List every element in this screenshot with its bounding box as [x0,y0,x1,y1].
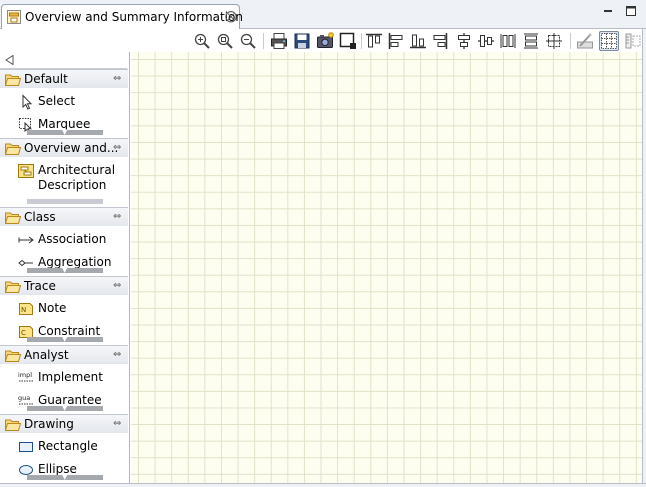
tool-label: Select [38,94,76,108]
drawer-title: Overview and... [24,141,119,155]
window-border [0,483,646,487]
tool-label: Aggregation [38,255,112,269]
align-center-icon[interactable] [455,32,473,50]
tool-label: Guarantee [38,393,102,407]
chevron-down-icon: ▼ [62,335,68,343]
implement-icon: impl [18,371,33,382]
svg-text:gua: gua [18,394,30,402]
zoom-in-icon[interactable] [193,32,211,50]
pin-drawer-icon[interactable]: ⇔ [113,349,121,360]
tool-label: Ellipse [38,462,77,476]
folder-icon [5,350,21,362]
chevron-down-icon: ▼ [62,128,68,136]
folder-icon [5,143,21,155]
note-icon: N [19,303,33,315]
snap-to-geometry-icon[interactable] [576,32,594,50]
match-height-icon[interactable] [522,32,540,50]
diagram-icon [7,10,21,24]
drawer-scroll-strip[interactable] [27,199,103,204]
toolbar-separator [570,33,571,49]
svg-text:C: C [21,329,26,337]
pin-drawer-icon[interactable]: ⇔ [113,211,121,222]
svg-text:impl: impl [18,371,32,379]
editor-tab-bar: Overview and Summary Information ⨂ [0,0,646,29]
tool-label: Rectangle [38,439,98,453]
window-border [642,29,646,487]
align-left-icon[interactable] [387,32,405,50]
editor-tab[interactable]: Overview and Summary Information ⨂ [1,4,243,29]
editor-toolbar [0,29,646,53]
tool-label: Association [38,232,107,246]
folder-icon [5,212,21,224]
align-right-icon[interactable] [431,32,449,50]
toolbar-separator [263,33,264,49]
export-image-icon[interactable] [316,32,334,50]
tool-label: Implement [38,370,103,384]
minimize-icon[interactable] [602,5,614,17]
maximize-icon[interactable] [625,5,637,17]
chevron-down-icon: ▼ [62,266,68,274]
architectural-description-icon [18,164,34,178]
arrow-cursor-icon [22,94,33,110]
drawer-title: Default [24,72,68,86]
match-width-icon[interactable] [499,32,517,50]
pin-drawer-icon[interactable]: ⇔ [113,73,121,84]
folder-icon [5,419,21,431]
drawer-class: Class ⇔ Association Aggregation ▼ [0,207,128,276]
rectangle-icon [19,442,33,452]
save-icon[interactable] [293,32,311,50]
align-top-icon[interactable] [365,32,383,50]
drawer-header[interactable]: Drawing ⇔ [0,414,128,433]
diagram-canvas[interactable] [131,52,642,483]
drawer-analyst: Analyst ⇔ impl Implement gua Guarantee ▼ [0,345,128,414]
collapse-palette-icon[interactable] [5,55,14,65]
drawer-scroll-strip[interactable]: ▼ [27,473,103,481]
drawer-header[interactable]: Trace ⇔ [0,276,128,295]
folder-icon [5,281,21,293]
drawer-title: Drawing [24,417,74,431]
tool-palette: Default ⇔ Select Marquee ▼ Overview and.… [0,52,130,483]
chevron-down-icon: ▼ [62,404,68,412]
svg-text:N: N [21,306,26,314]
drawer-title: Class [24,210,56,224]
drawer-trace: Trace ⇔ N Note C Constraint ▼ [0,276,128,345]
drawer-header[interactable]: Analyst ⇔ [0,345,128,364]
association-icon [18,236,34,244]
zoom-to-fit-icon[interactable] [216,32,234,50]
align-bottom-icon[interactable] [409,32,427,50]
drawer-title: Analyst [24,348,69,362]
drawer-scroll-strip[interactable]: ▼ [27,266,103,274]
close-icon[interactable]: ⨂ [225,9,237,23]
zoom-out-icon[interactable] [239,32,257,50]
drawer-scroll-strip[interactable]: ▼ [27,335,103,343]
grid-icon[interactable] [599,31,619,51]
pin-drawer-icon[interactable]: ⇔ [113,142,121,153]
drawer-scroll-strip[interactable]: ▼ [27,404,103,412]
select-all-icon[interactable] [339,32,357,50]
match-size-icon[interactable] [545,32,563,50]
toolbar-separator [361,33,362,49]
print-icon[interactable] [270,32,288,50]
pin-drawer-icon[interactable]: ⇔ [113,280,121,291]
drawer-header[interactable]: Default ⇔ [0,69,128,88]
ruler-icon[interactable] [624,32,642,50]
tool-label: Note [38,301,67,315]
editor-tab-title: Overview and Summary Information [25,10,243,24]
drawer-scroll-strip[interactable]: ▼ [27,128,103,136]
tool-label: Architectural Description [38,163,116,192]
drawer-overview: Overview and... ⇔ Architectural Descript… [0,138,128,207]
drawer-drawing: Drawing ⇔ Rectangle Ellipse ▼ [0,414,128,483]
align-middle-icon[interactable] [477,32,495,50]
drawer-default: Default ⇔ Select Marquee ▼ [0,69,128,138]
pin-drawer-icon[interactable]: ⇔ [113,418,121,429]
drawer-title: Trace [24,279,56,293]
tool-label: Constraint [38,324,101,338]
drawer-header[interactable]: Class ⇔ [0,207,128,226]
drawer-header[interactable]: Overview and... ⇔ [0,138,128,157]
folder-icon [5,74,21,86]
chevron-down-icon: ▼ [62,473,68,481]
